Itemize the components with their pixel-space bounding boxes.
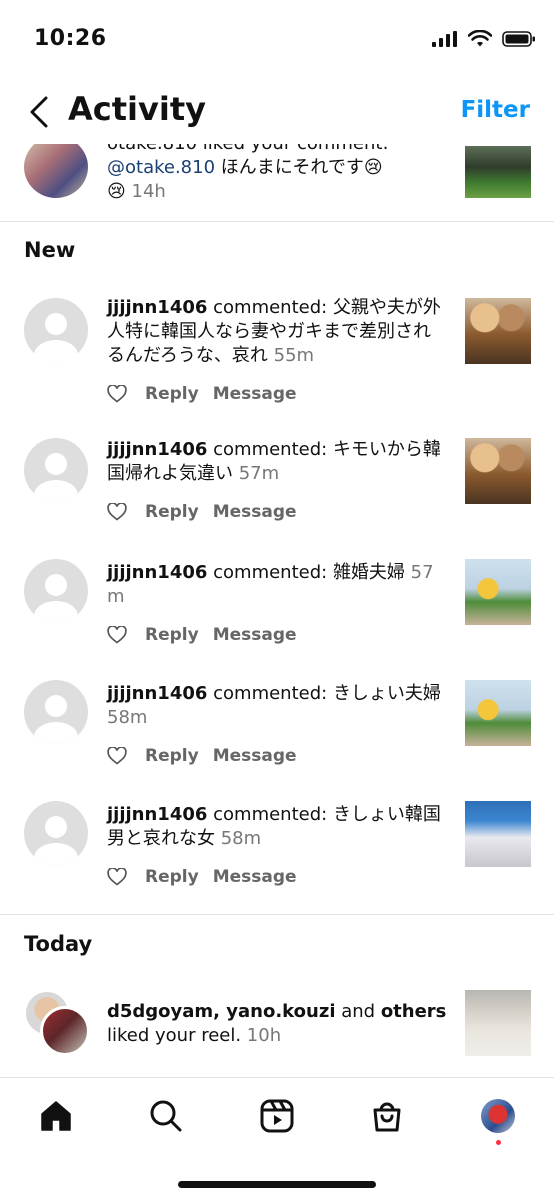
heart-icon[interactable] [107, 626, 127, 644]
notification-text: jjjjnn1406 commented: きしょい韓国男と哀れな女 58m [107, 803, 447, 851]
notification-conjunction: and [335, 1001, 381, 1022]
reel-thumbnail[interactable] [465, 990, 531, 1056]
notification-text: jjjjnn1406 commented: 父親や夫が外人特に韓国人なら妻やガキ… [107, 296, 447, 368]
comment-actions: Reply Message [107, 625, 297, 645]
username[interactable]: jjjjnn1406 [107, 683, 207, 704]
tab-shop[interactable] [367, 1096, 407, 1136]
status-icons [432, 30, 536, 48]
comment-actions: Reply Message [107, 502, 297, 522]
signal-icon [432, 31, 457, 47]
search-icon [150, 1100, 182, 1132]
timestamp: 58m [107, 707, 148, 728]
timestamp: 58m [215, 828, 262, 849]
divider [0, 221, 554, 222]
username[interactable]: jjjjnn1406 [107, 804, 207, 825]
status-bar: 10:26 [0, 0, 554, 80]
username[interactable]: jjjjnn1406 [107, 297, 207, 318]
post-thumbnail[interactable] [465, 801, 531, 867]
others-link[interactable]: others [381, 1001, 447, 1022]
username[interactable]: jjjjnn1406 [107, 439, 207, 460]
notification-verb: liked your reel. [107, 1025, 242, 1046]
notification-verb: commented: [207, 297, 333, 318]
reels-icon [260, 1099, 294, 1133]
post-thumbnail[interactable] [465, 146, 531, 198]
timestamp: 57m [233, 463, 280, 484]
notification-verb: commented: [207, 439, 333, 460]
tab-profile[interactable] [478, 1096, 518, 1136]
mention-link[interactable]: @otake.810 [107, 157, 215, 178]
back-arrow-icon[interactable] [26, 94, 56, 130]
post-thumbnail[interactable] [465, 559, 531, 625]
tab-home[interactable] [36, 1096, 76, 1136]
notification-headline: otake.810 liked your comment: [107, 144, 389, 154]
message-button[interactable]: Message [213, 867, 297, 887]
wifi-icon [468, 30, 492, 47]
notification-text: jjjjnn1406 commented: 雑婚夫婦 57m [107, 561, 447, 609]
comment-text-continued: 😢 [107, 181, 126, 202]
notification-verb: commented: [207, 562, 333, 583]
comment-text: ほんまにそれです😢 [215, 157, 383, 178]
reply-button[interactable]: Reply [145, 384, 199, 404]
notification-verb: commented: [207, 804, 333, 825]
timestamp: 10h [241, 1025, 282, 1046]
notification-verb: commented: [207, 683, 333, 704]
comment-actions: Reply Message [107, 384, 297, 404]
notification-text: jjjjnn1406 commented: キモいから韓国帰れよ気違い 57m [107, 438, 447, 486]
avatar[interactable] [24, 144, 88, 198]
status-time: 10:26 [34, 26, 107, 51]
reply-button[interactable]: Reply [145, 867, 199, 887]
avatar[interactable] [24, 559, 88, 623]
profile-avatar [481, 1099, 515, 1133]
avatar[interactable] [24, 298, 88, 362]
reply-button[interactable]: Reply [145, 502, 199, 522]
home-indicator[interactable] [178, 1181, 376, 1188]
comment-actions: Reply Message [107, 746, 297, 766]
comment-actions: Reply Message [107, 867, 297, 887]
activity-feed[interactable]: otake.810 liked your comment: @otake.810… [0, 144, 554, 1077]
message-button[interactable]: Message [213, 502, 297, 522]
reply-button[interactable]: Reply [145, 625, 199, 645]
section-title-new: New [24, 238, 76, 262]
message-button[interactable]: Message [213, 746, 297, 766]
notification-text: otake.810 liked your comment: @otake.810… [107, 144, 447, 204]
heart-icon[interactable] [107, 503, 127, 521]
avatar[interactable] [24, 801, 88, 865]
tab-search[interactable] [146, 1096, 186, 1136]
usernames[interactable]: d5dgoyam, yano.kouzi [107, 1001, 336, 1022]
reply-button[interactable]: Reply [145, 746, 199, 766]
page-title: Activity [68, 90, 206, 128]
section-title-today: Today [24, 932, 93, 956]
filter-button[interactable]: Filter [461, 97, 530, 123]
activity-header: Activity Filter [0, 80, 554, 144]
comment-text: きしょい夫婦 [332, 683, 441, 704]
shop-icon [373, 1102, 401, 1132]
post-thumbnail[interactable] [465, 680, 531, 746]
heart-icon[interactable] [107, 868, 127, 886]
home-icon [41, 1101, 71, 1131]
list-item[interactable]: otake.810 liked your comment: @otake.810… [0, 144, 554, 222]
avatar[interactable] [24, 680, 88, 744]
notification-dot [496, 1140, 501, 1145]
username[interactable]: jjjjnn1406 [107, 562, 207, 583]
timestamp: 14h [125, 181, 166, 202]
heart-icon[interactable] [107, 747, 127, 765]
divider [0, 914, 554, 915]
message-button[interactable]: Message [213, 384, 297, 404]
avatar[interactable] [24, 438, 88, 502]
message-button[interactable]: Message [213, 625, 297, 645]
heart-icon[interactable] [107, 385, 127, 403]
avatar[interactable] [40, 1006, 90, 1056]
notification-text: d5dgoyam, yano.kouzi and others liked yo… [107, 1000, 447, 1048]
post-thumbnail[interactable] [465, 438, 531, 504]
post-thumbnail[interactable] [465, 298, 531, 364]
notification-text: jjjjnn1406 commented: きしょい夫婦 58m [107, 682, 447, 730]
battery-icon [502, 31, 535, 47]
tab-reels[interactable] [257, 1096, 297, 1136]
timestamp: 55m [267, 345, 315, 366]
comment-text: 雑婚夫婦 [332, 562, 405, 583]
